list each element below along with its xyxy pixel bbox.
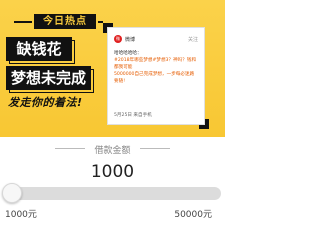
loan-amount-title: 借款金额: [94, 146, 131, 156]
weibo-post-card: 微 微博 关注 哈哈哈哈哈： #2018年哪些梦想#梦想3？神吗？钱和都我可能 …: [107, 27, 205, 125]
card-post-text: 哈哈哈哈哈： #2018年哪些梦想#梦想3？神吗？钱和都我可能 5000000自…: [114, 50, 198, 85]
card-line: #2018年哪些梦想#梦想3？神吗？钱和都我可能: [114, 58, 197, 70]
today-hot-tag: 今日热点: [34, 14, 96, 29]
headline-dream-unfinished: 梦想未完成: [6, 66, 91, 90]
weibo-logo-icon: 微: [114, 35, 122, 43]
card-header: 微 微博 关注: [114, 34, 198, 44]
headline-short-of-money: 缺钱花: [6, 37, 72, 61]
banner-slogan: 发走你的着法!: [8, 96, 83, 109]
title-rule-right: [140, 148, 170, 149]
promo-banner[interactable]: 今日热点 缺钱花 梦想未完成 发走你的着法! 微 微博 关注 哈哈哈哈哈： #2…: [0, 0, 225, 137]
slider-min-label: 1000元: [5, 210, 37, 220]
card-follow: 关注: [187, 36, 198, 43]
decor-line: [14, 21, 32, 23]
loan-amount-slider-track[interactable]: [4, 187, 221, 200]
card-line: 5000000自己完成梦想，一步每必迷路要随!: [114, 72, 195, 84]
slider-max-label: 50000元: [174, 210, 212, 220]
card-line: 哈哈哈哈哈：: [114, 51, 142, 56]
loan-amount-slider-thumb[interactable]: [2, 183, 22, 203]
loan-amount-value: 1000: [90, 162, 135, 182]
card-footer: 5月25日 来自手机: [114, 113, 152, 118]
card-brand: 微博: [125, 36, 136, 43]
